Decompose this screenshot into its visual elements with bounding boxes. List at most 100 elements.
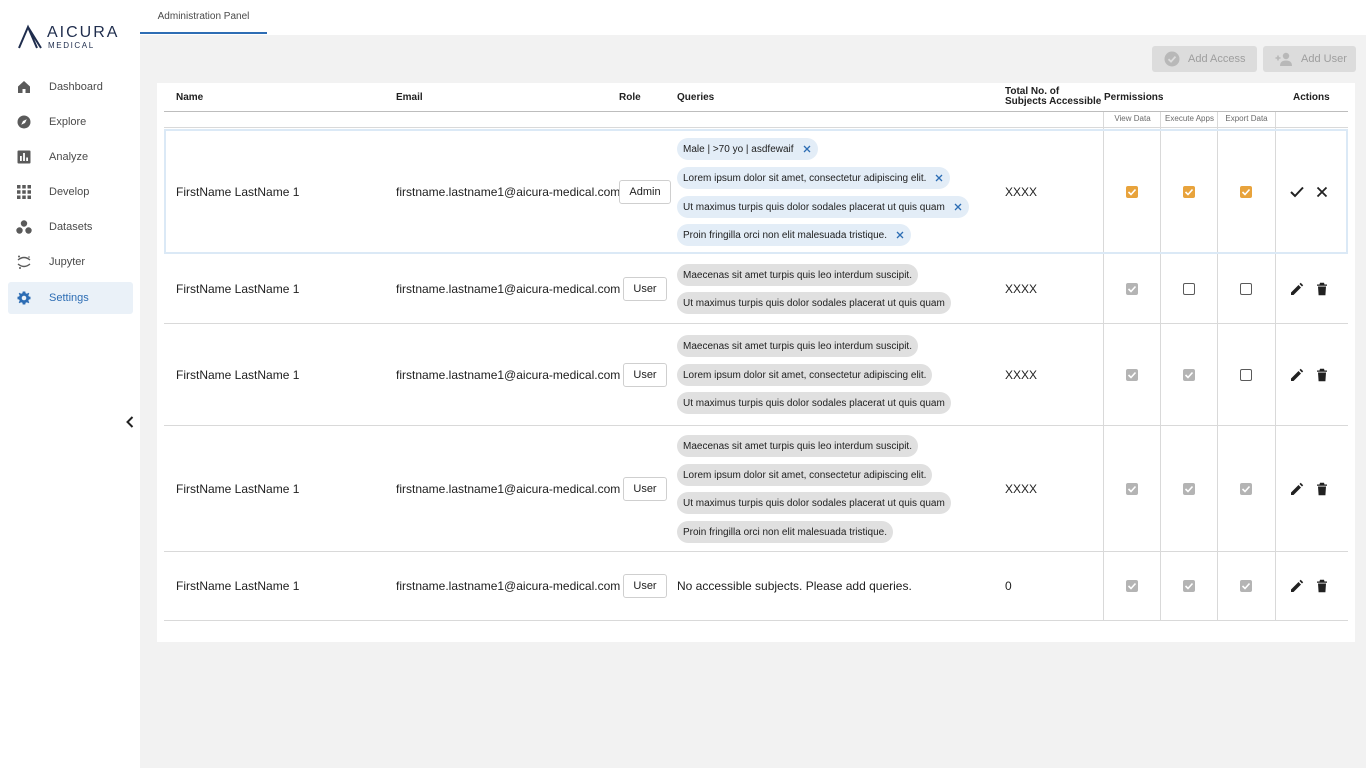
collapse-sidebar-button[interactable] xyxy=(123,414,137,430)
checkmark-icon xyxy=(1241,582,1251,590)
column-header-total-line2: Subjects Accessible xyxy=(1005,96,1102,107)
permission-header-export-data: Export Data xyxy=(1225,114,1268,123)
query-chip: Lorem ipsum dolor sit amet, consectetur … xyxy=(677,464,933,486)
export-data-checkbox[interactable] xyxy=(1240,283,1252,295)
query-chip: Maecenas sit amet turpis quis leo interd… xyxy=(677,264,918,286)
view-data-checkbox[interactable] xyxy=(1126,186,1138,198)
user-email: firstname.lastname1@aicura-medical.com xyxy=(396,368,621,382)
sidebar-item-label: Develop xyxy=(49,186,90,198)
aicura-logo[interactable]: AICURA MEDICAL xyxy=(17,24,119,50)
query-chip: Ut maximus turpis quis dolor sodales pla… xyxy=(677,492,951,514)
view-data-checkbox[interactable] xyxy=(1126,483,1138,495)
view-data-checkbox[interactable] xyxy=(1126,580,1138,592)
sidebar-item-settings[interactable]: Settings xyxy=(8,282,133,314)
cancel-button[interactable] xyxy=(1314,184,1330,200)
delete-button[interactable] xyxy=(1314,481,1330,497)
view-data-checkbox[interactable] xyxy=(1126,283,1138,295)
tab-bar: Administration Panel xyxy=(140,0,1366,35)
trash-icon xyxy=(1317,368,1327,382)
sidebar-item-label: Jupyter xyxy=(49,256,86,268)
home-icon xyxy=(16,79,32,95)
close-icon xyxy=(1316,186,1328,198)
sidebar-item-dashboard[interactable]: Dashboard xyxy=(8,71,133,103)
column-header-role[interactable]: Role xyxy=(619,92,641,103)
remove-query-button[interactable] xyxy=(934,173,944,183)
query-chip: Lorem ipsum dolor sit amet, consectetur … xyxy=(677,364,933,386)
user-email: firstname.lastname1@aicura-medical.com xyxy=(396,185,621,199)
save-button[interactable] xyxy=(1289,184,1305,200)
trash-icon xyxy=(1317,579,1327,593)
edit-button[interactable] xyxy=(1289,281,1305,297)
remove-query-button[interactable] xyxy=(802,144,812,154)
permission-header-execute-apps: Execute Apps xyxy=(1165,114,1214,123)
execute-apps-checkbox[interactable] xyxy=(1183,369,1195,381)
query-chip: Ut maximus turpis quis dolor sodales pla… xyxy=(677,292,951,314)
jupyter-icon xyxy=(16,254,32,270)
query-chip-label: Proin fringilla orci non elit malesuada … xyxy=(683,229,887,241)
checkmark-icon xyxy=(1184,188,1194,196)
checkmark-icon xyxy=(1127,188,1137,196)
add-access-button[interactable]: Add Access xyxy=(1152,46,1257,72)
delete-button[interactable] xyxy=(1314,367,1330,383)
query-chip-label: Lorem ipsum dolor sit amet, consectetur … xyxy=(683,172,927,184)
sidebar-item-jupyter[interactable]: Jupyter xyxy=(8,246,133,278)
query-chip: Ut maximus turpis quis dolor sodales pla… xyxy=(677,196,969,218)
export-data-checkbox[interactable] xyxy=(1240,483,1252,495)
query-chip-label: Ut maximus turpis quis dolor sodales pla… xyxy=(683,297,945,309)
subjects-count: XXXX xyxy=(1005,368,1038,382)
export-data-checkbox[interactable] xyxy=(1240,186,1252,198)
export-data-checkbox[interactable] xyxy=(1240,580,1252,592)
execute-apps-checkbox[interactable] xyxy=(1183,186,1195,198)
checkmark-icon xyxy=(1241,485,1251,493)
view-data-checkbox[interactable] xyxy=(1126,369,1138,381)
sidebar-item-datasets[interactable]: Datasets xyxy=(8,211,133,243)
query-chip-label: Lorem ipsum dolor sit amet, consectetur … xyxy=(683,369,927,381)
column-header-name[interactable]: Name xyxy=(176,92,203,103)
column-header-queries[interactable]: Queries xyxy=(677,92,714,103)
pencil-icon xyxy=(1291,368,1304,381)
execute-apps-checkbox[interactable] xyxy=(1183,283,1195,295)
export-data-checkbox[interactable] xyxy=(1240,369,1252,381)
role-select[interactable]: User xyxy=(623,574,667,598)
column-header-total-subjects[interactable]: Total No. of Subjects Accessible xyxy=(1005,87,1101,107)
delete-button[interactable] xyxy=(1314,578,1330,594)
delete-button[interactable] xyxy=(1314,281,1330,297)
dots-cluster-icon xyxy=(16,219,32,235)
query-chip-label: Ut maximus turpis quis dolor sodales pla… xyxy=(683,201,945,213)
edit-button[interactable] xyxy=(1289,481,1305,497)
logo-text-secondary: MEDICAL xyxy=(48,40,95,50)
permission-header-view-data: View Data xyxy=(1114,114,1151,123)
column-header-email[interactable]: Email xyxy=(396,92,423,103)
sidebar-item-develop[interactable]: Develop xyxy=(8,176,133,208)
execute-apps-checkbox[interactable] xyxy=(1183,483,1195,495)
remove-query-button[interactable] xyxy=(953,202,963,212)
query-chip: Proin fringilla orci non elit malesuada … xyxy=(677,224,911,246)
subjects-count: 0 xyxy=(1005,579,1012,593)
row-divider xyxy=(164,425,1348,426)
sidebar-item-analyze[interactable]: Analyze xyxy=(8,141,133,173)
checkmark-icon xyxy=(1127,371,1137,379)
user-name: FirstName LastName 1 xyxy=(176,185,300,199)
add-user-button[interactable]: Add User xyxy=(1263,46,1356,72)
sidebar-item-explore[interactable]: Explore xyxy=(8,106,133,138)
remove-query-button[interactable] xyxy=(895,230,905,240)
query-chip-label: Maecenas sit amet turpis quis leo interd… xyxy=(683,340,912,352)
query-chip-label: Ut maximus turpis quis dolor sodales pla… xyxy=(683,497,945,509)
pencil-icon xyxy=(1291,282,1304,295)
user-name: FirstName LastName 1 xyxy=(176,482,300,496)
role-select[interactable]: User xyxy=(623,477,667,501)
role-select[interactable]: User xyxy=(623,277,667,301)
row-divider xyxy=(164,551,1348,552)
edit-button[interactable] xyxy=(1289,578,1305,594)
check-icon xyxy=(1290,186,1304,198)
role-select[interactable]: User xyxy=(623,363,667,387)
tab-administration-panel[interactable]: Administration Panel xyxy=(140,0,267,34)
subheader-divider xyxy=(164,127,1348,128)
execute-apps-checkbox[interactable] xyxy=(1183,580,1195,592)
role-select[interactable]: Admin xyxy=(619,180,671,204)
sidebar-item-label: Explore xyxy=(49,116,87,128)
query-chip: Maecenas sit amet turpis quis leo interd… xyxy=(677,435,918,457)
chevron-left-icon xyxy=(126,416,134,428)
edit-button[interactable] xyxy=(1289,367,1305,383)
user-name: FirstName LastName 1 xyxy=(176,282,300,296)
